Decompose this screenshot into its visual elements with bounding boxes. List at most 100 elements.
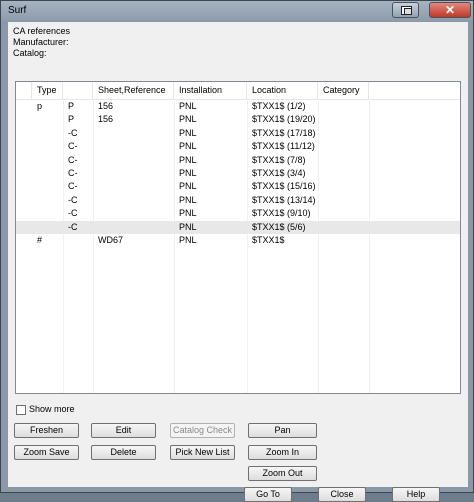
- table-cell: PNL: [179, 168, 197, 178]
- table-cell: #: [37, 235, 43, 245]
- table-cell: -C: [68, 127, 78, 138]
- table-cell: p: [37, 101, 43, 111]
- table-row[interactable]: p P 156 PNL $TXX1$ (1/2): [16, 100, 460, 113]
- column-header-blank-2[interactable]: [63, 82, 93, 99]
- table-cell: C-: [68, 141, 78, 152]
- table-cell: P: [68, 101, 75, 111]
- table-cell: [93, 180, 98, 193]
- help-button[interactable]: Help: [392, 487, 440, 502]
- table-cell: [318, 140, 323, 153]
- restore-button[interactable]: [392, 2, 419, 18]
- table-row[interactable]: -C PNL $TXX1$ (13/14): [16, 194, 460, 207]
- zoom-out-button[interactable]: Zoom Out: [248, 466, 317, 481]
- freshen-button[interactable]: Freshen: [14, 423, 79, 438]
- table-cell: [93, 140, 98, 153]
- table-cell: PNL: [179, 208, 197, 219]
- table-cell: $TXX1$ (5/6): [252, 221, 306, 232]
- table-cell: $TXX1$ (13/14): [252, 194, 316, 205]
- catalog-check-button[interactable]: Catalog Check: [170, 423, 235, 438]
- zoom-in-button[interactable]: Zoom In: [248, 445, 317, 460]
- table-row[interactable]: C- PNL $TXX1$ (3/4): [16, 167, 460, 180]
- go-to-button[interactable]: Go To: [244, 487, 292, 502]
- table-cell: [32, 140, 37, 153]
- table-cell: -C: [68, 221, 78, 232]
- table-cell: C-: [68, 154, 78, 165]
- table-cell: PNL: [179, 194, 197, 205]
- references-list[interactable]: Type Sheet,Reference Installation Locati…: [15, 81, 461, 394]
- show-more-label: Show more: [29, 404, 75, 414]
- table-cell: [318, 234, 323, 247]
- table-cell: [318, 221, 323, 234]
- table-cell: [63, 234, 68, 247]
- table-cell: PNL: [179, 221, 197, 232]
- column-header-installation[interactable]: Installation: [174, 82, 247, 99]
- table-cell: WD67: [98, 235, 124, 245]
- table-cell: [32, 207, 37, 220]
- table-cell: PNL: [179, 181, 197, 192]
- delete-button[interactable]: Delete: [91, 445, 156, 460]
- table-cell: [318, 207, 323, 220]
- table-cell: $TXX1$ (7/8): [252, 154, 306, 165]
- column-header-category[interactable]: Category: [318, 82, 369, 99]
- table-cell: PNL: [179, 154, 197, 165]
- table-cell: [32, 113, 37, 126]
- table-row[interactable]: -C PNL $TXX1$ (9/10): [16, 207, 460, 220]
- table-cell: [93, 154, 98, 167]
- table-row[interactable]: # WD67 PNL $TXX1$: [16, 234, 460, 247]
- table-cell: [318, 113, 323, 126]
- surf-window: Surf ✕ CA references Manufacturer: Catal…: [0, 0, 474, 502]
- pick-new-list-button[interactable]: Pick New List: [170, 445, 235, 460]
- table-cell: [32, 180, 37, 193]
- restore-icon-inner: [404, 8, 412, 15]
- table-cell: PNL: [179, 235, 197, 245]
- info-catalog: Catalog:: [13, 48, 47, 58]
- close-window-button[interactable]: ✕: [429, 2, 471, 18]
- table-row[interactable]: C- PNL $TXX1$ (11/12): [16, 140, 460, 153]
- edit-button[interactable]: Edit: [91, 423, 156, 438]
- table-cell: [93, 194, 98, 207]
- table-row[interactable]: P 156 PNL $TXX1$ (19/20): [16, 113, 460, 126]
- info-ca-references: CA references: [13, 26, 71, 36]
- table-row[interactable]: -C PNL $TXX1$ (17/18): [16, 127, 460, 140]
- table-cell: -C: [68, 194, 78, 205]
- table-cell: $TXX1$ (1/2): [252, 101, 306, 111]
- column-header-sheet-reference[interactable]: Sheet,Reference: [93, 82, 174, 99]
- table-cell: PNL: [179, 141, 197, 152]
- table-cell: [318, 194, 323, 207]
- table-cell: PNL: [179, 101, 197, 111]
- table-cell: [32, 167, 37, 180]
- table-cell: [93, 207, 98, 220]
- table-cell: [318, 167, 323, 180]
- title-bar[interactable]: Surf ✕: [1, 1, 473, 21]
- table-row[interactable]: -C PNL $TXX1$ (5/6): [16, 220, 460, 234]
- table-cell: [318, 100, 323, 113]
- table-cell: $TXX1$ (19/20): [252, 114, 316, 125]
- column-header-type[interactable]: Type: [32, 82, 63, 99]
- table-cell: $TXX1$ (3/4): [252, 168, 306, 178]
- close-button[interactable]: Close: [318, 487, 366, 502]
- dialog-client-area: CA references Manufacturer: Catalog: Typ…: [8, 22, 468, 502]
- table-row[interactable]: C- PNL $TXX1$ (7/8): [16, 154, 460, 167]
- show-more-checkbox[interactable]: [16, 405, 26, 415]
- column-header-blank[interactable]: [16, 82, 32, 99]
- table-cell: 156: [98, 114, 114, 125]
- table-cell: 156: [98, 101, 114, 111]
- table-cell: $TXX1$ (11/12): [252, 141, 315, 152]
- table-cell: $TXX1$ (15/16): [252, 181, 316, 192]
- table-cell: [318, 127, 323, 140]
- table-cell: [32, 194, 37, 207]
- zoom-save-button[interactable]: Zoom Save: [14, 445, 79, 460]
- table-cell: $TXX1$ (9/10): [252, 208, 311, 219]
- table-cell: $TXX1$: [252, 235, 285, 245]
- table-cell: P: [68, 114, 75, 125]
- table-cell: [93, 127, 98, 140]
- table-cell: [32, 127, 37, 140]
- table-row[interactable]: C- PNL $TXX1$ (15/16): [16, 180, 460, 193]
- info-manufacturer: Manufacturer:: [13, 37, 69, 47]
- column-header-location[interactable]: Location: [247, 82, 318, 99]
- pan-button[interactable]: Pan: [248, 423, 317, 438]
- table-cell: [318, 180, 323, 193]
- table-cell: PNL: [179, 114, 197, 125]
- table-cell: C-: [68, 181, 78, 192]
- table-cell: [93, 221, 98, 234]
